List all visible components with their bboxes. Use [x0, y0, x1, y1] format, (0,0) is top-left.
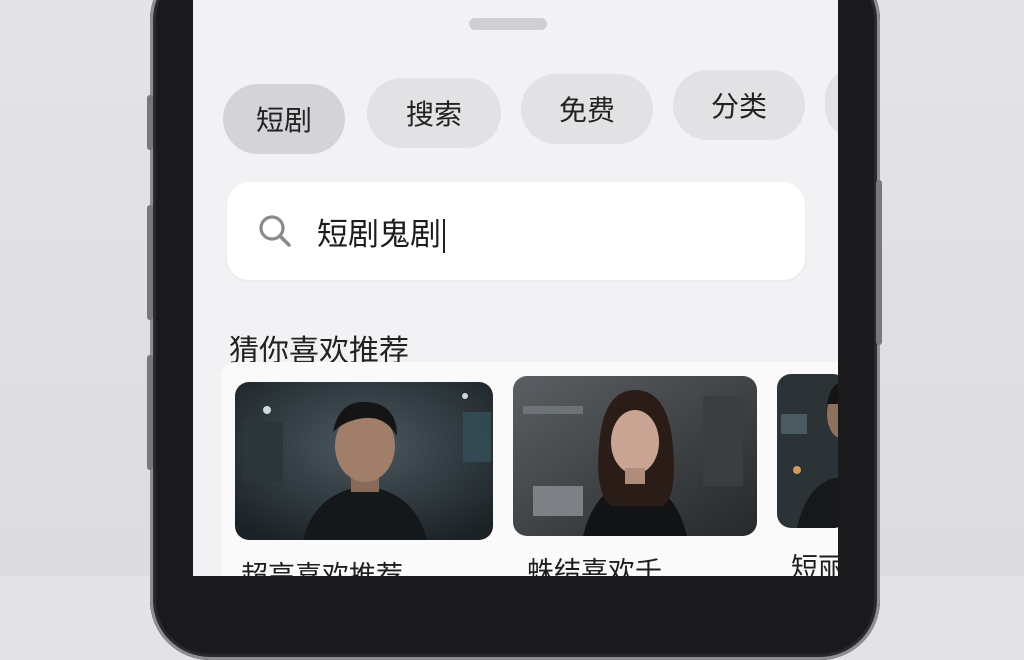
chip-search[interactable]: 搜索: [367, 78, 501, 148]
search-input[interactable]: 短剧鬼剧: [317, 217, 441, 253]
chip-category[interactable]: 分类: [673, 70, 805, 140]
chip-more[interactable]: [825, 68, 838, 138]
chip-label: 免费: [558, 94, 615, 127]
man-partial-image: [777, 374, 838, 528]
drama-card-thumb[interactable]: [513, 376, 757, 536]
chip-label: 分类: [710, 90, 767, 123]
man-portrait-image: [235, 382, 493, 540]
chip-label: 短剧: [255, 104, 312, 137]
drama-card-caption[interactable]: 超高喜欢推荐: [241, 554, 403, 576]
phone-side-button: [147, 355, 153, 470]
drama-card-caption[interactable]: 短丽影: [791, 546, 838, 576]
search-field[interactable]: 短剧鬼剧: [227, 182, 805, 280]
phone-side-button: [876, 180, 882, 345]
chip-free[interactable]: 免费: [521, 74, 653, 144]
app-screen: 短剧 搜索 免费 分类 短剧鬼剧 猜你喜欢推荐 蛛结喜欢千 短丽: [193, 0, 838, 576]
text-caret: [443, 219, 445, 253]
drama-card-caption[interactable]: 蛛结喜欢千: [527, 550, 662, 576]
search-icon: [259, 215, 291, 247]
phone-side-button: [147, 205, 153, 320]
sheet-grabber[interactable]: [469, 18, 547, 30]
drama-card-thumb[interactable]: [777, 374, 838, 528]
woman-portrait-image: [513, 376, 757, 536]
phone-side-button: [147, 95, 153, 150]
chip-label: 搜索: [405, 98, 462, 131]
chip-short-drama[interactable]: 短剧: [223, 84, 345, 154]
drama-card-thumb[interactable]: [235, 382, 493, 540]
